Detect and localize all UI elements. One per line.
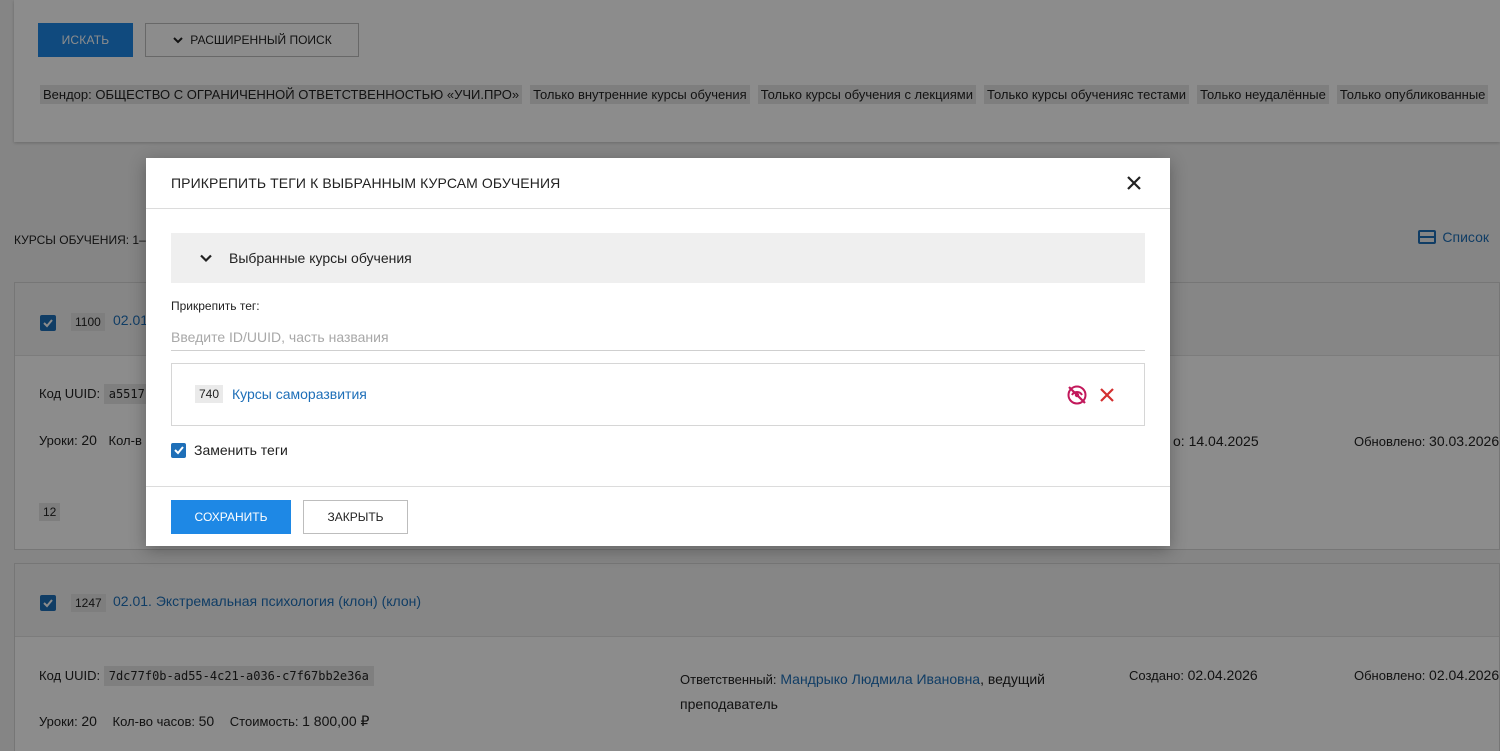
modal-title: ПРИКРЕПИТЬ ТЕГИ К ВЫБРАННЫМ КУРСАМ ОБУЧЕ… [171, 175, 561, 191]
page: ИСКАТЬ РАСШИРЕННЫЙ ПОИСК Вендор: ОБЩЕСТВ… [0, 0, 1500, 751]
unpublish-icon[interactable] [1066, 384, 1088, 406]
selected-courses-accordion[interactable]: Выбранные курсы обучения [171, 233, 1145, 283]
close-icon[interactable] [1124, 173, 1144, 193]
attach-tag-label: Прикрепить тег: [171, 299, 260, 313]
replace-tags-checkbox[interactable]: Заменить теги [171, 442, 288, 458]
tag-id: 740 [195, 385, 224, 403]
delete-icon[interactable] [1098, 386, 1116, 404]
modal-footer: СОХРАНИТЬ ЗАКРЫТЬ [146, 486, 1170, 546]
tag-name-link[interactable]: Курсы саморазвития [232, 386, 367, 402]
save-button[interactable]: СОХРАНИТЬ [171, 500, 291, 534]
attach-tags-modal: ПРИКРЕПИТЬ ТЕГИ К ВЫБРАННЫМ КУРСАМ ОБУЧЕ… [146, 158, 1170, 546]
modal-header: ПРИКРЕПИТЬ ТЕГИ К ВЫБРАННЫМ КУРСАМ ОБУЧЕ… [146, 158, 1170, 209]
attach-tag-input[interactable] [171, 324, 1145, 351]
checkbox-checked-icon[interactable] [171, 442, 186, 458]
tag-list: 740 Курсы саморазвития [171, 363, 1145, 426]
replace-tags-label: Заменить теги [194, 442, 288, 458]
close-button[interactable]: ЗАКРЫТЬ [303, 500, 408, 534]
selected-courses-label: Выбранные курсы обучения [229, 250, 412, 266]
chevron-down-icon [199, 251, 215, 265]
